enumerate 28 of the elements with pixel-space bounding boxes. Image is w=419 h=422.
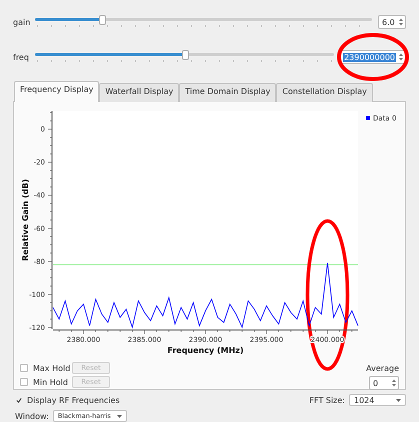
y-axis-title: Relative Gain (dB)	[21, 178, 30, 262]
slider[interactable]	[35, 15, 372, 29]
spin-box[interactable]: 0	[369, 376, 399, 390]
slider[interactable]	[35, 50, 334, 64]
window-label: Window:	[15, 412, 49, 420]
slider-label: gain	[13, 18, 29, 26]
slider-thumb[interactable]	[182, 50, 189, 60]
spin-arrows-icon[interactable]	[399, 53, 403, 61]
fft-size-label: FFT Size:	[309, 396, 345, 404]
checkbox-label: Display RF Frequencies	[27, 396, 120, 404]
checkbox[interactable]	[15, 396, 23, 404]
spin-box[interactable]: 2390000000	[340, 50, 406, 64]
checkbox-label: Min Hold	[33, 378, 67, 386]
legend-swatch	[366, 116, 370, 120]
slider-thumb[interactable]	[99, 15, 106, 25]
spin-box[interactable]: 6.0	[378, 15, 406, 29]
tab[interactable]: Waterfall Display	[99, 83, 180, 102]
caret-icon	[116, 414, 122, 418]
fft-size-select[interactable]: 1024	[349, 394, 406, 406]
tab[interactable]: Constellation Display	[276, 83, 373, 102]
x-axis-title: Frequency (MHz)	[167, 346, 244, 355]
average-label: Average	[366, 364, 399, 373]
tab[interactable]: Frequency Display	[14, 81, 100, 102]
spin-arrows-icon[interactable]	[399, 18, 403, 26]
caret-icon	[396, 398, 401, 402]
spin-arrows-icon[interactable]	[392, 379, 396, 387]
tab[interactable]: Time Domain Display	[179, 83, 276, 102]
slider-label: freq	[13, 52, 29, 62]
